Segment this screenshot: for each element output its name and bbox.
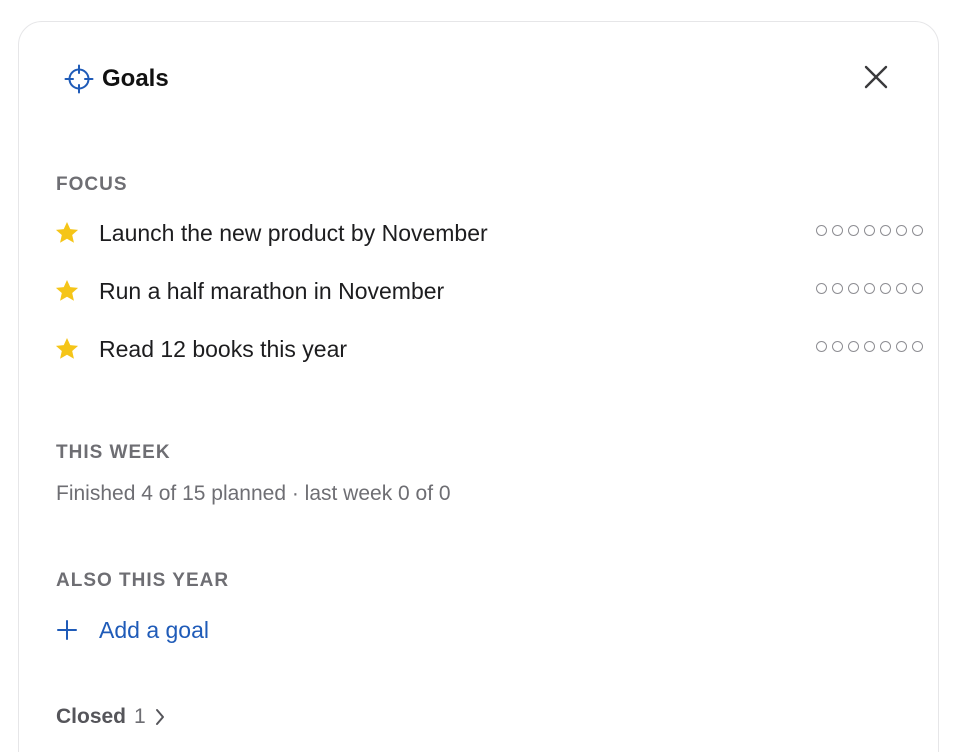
chevron-right-icon [152,706,168,728]
progress-dot [880,341,891,352]
goal-title: Read 12 books this year [99,335,348,362]
focus-goal-item[interactable]: Run a half marathon in November [53,271,923,311]
goal-title: Launch the new product by November [99,219,488,246]
panel-title: Goals [102,65,169,92]
progress-dot [896,283,907,294]
closed-goals-toggle[interactable]: Closed 1 [56,702,168,732]
progress-dot [864,283,875,294]
progress-dot [912,341,923,352]
progress-dot [864,225,875,236]
progress-dot [832,283,843,294]
progress-dots [816,341,923,352]
target-icon [63,63,95,95]
focus-goal-item[interactable]: Read 12 books this year [53,329,923,369]
star-icon [53,219,81,247]
progress-dot [816,283,827,294]
focus-section-label: FOCUS [56,174,128,195]
star-icon [53,277,81,305]
progress-dot [848,283,859,294]
goal-title: Run a half marathon in November [99,277,445,304]
progress-dot [832,225,843,236]
star-icon [53,335,81,363]
also-this-year-section-label: ALSO THIS YEAR [56,570,230,591]
progress-dot [864,341,875,352]
progress-dot [816,341,827,352]
progress-dot [912,225,923,236]
progress-dot [816,225,827,236]
this-week-section-label: THIS WEEK [56,442,171,463]
progress-dot [896,341,907,352]
closed-label: Closed [56,705,127,728]
focus-goal-item[interactable]: Launch the new product by November [53,213,923,253]
progress-dot [880,225,891,236]
progress-dot [832,341,843,352]
progress-dots [816,283,923,294]
close-icon [864,65,888,89]
progress-dot [848,341,859,352]
add-goal-button[interactable]: Add a goal [53,610,209,650]
week-summary: Finished 4 of 15 planned · last week 0 o… [56,482,451,505]
close-button[interactable] [857,58,895,96]
panel-header: Goals [63,62,169,96]
progress-dot [848,225,859,236]
plus-icon [53,616,81,644]
goals-panel: Goals FOCUS Launch the new product by No… [18,21,939,752]
closed-count: 1 [134,705,146,728]
progress-dot [880,283,891,294]
progress-dot [896,225,907,236]
progress-dots [816,225,923,236]
add-goal-label: Add a goal [99,616,209,643]
progress-dot [912,283,923,294]
